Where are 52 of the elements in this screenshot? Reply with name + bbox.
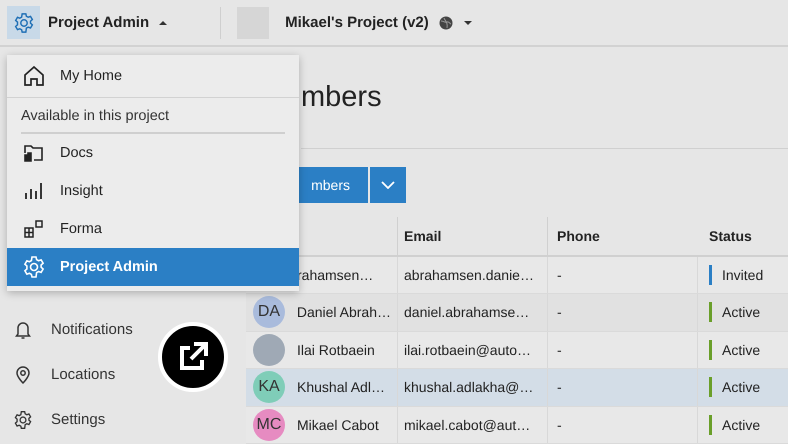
table-cell: Daniel Abrah… [296,304,391,320]
table-cell: - [557,342,562,358]
menu-item[interactable]: Forma [7,210,299,248]
table-row[interactable]: KA Khushal Adl… khushal.adlakha@… - Active [246,369,788,406]
caret-icon [462,20,473,26]
project-selector[interactable]: Mikael's Project (v2) [285,14,473,31]
avatar: DA [253,296,285,328]
settings-icon [22,255,46,279]
column-header[interactable]: Status [709,228,752,244]
home-icon [22,64,46,88]
settings-button[interactable] [7,6,40,39]
table-cell: daniel.abrahamse… [404,304,530,320]
table-row[interactable]: DA Daniel Abrah… daniel.abrahamse… - Active [246,294,788,332]
settings-icon [13,410,33,430]
table-cell: Ilai Rotbaein [297,342,375,358]
sidebar-item[interactable]: Settings [0,397,243,442]
sidebar-item[interactable]: Locations [0,352,243,397]
table-cell: Active [722,304,760,320]
table-cell: - [557,266,562,283]
column-header[interactable]: Email [404,228,442,244]
table-cell: Mikael Cabot [297,416,379,433]
table-cell: abrahamsen.danie… [404,266,534,283]
table-cell: mikael.cabot@aut… [404,416,530,433]
table-row[interactable]: MC Mikael Cabot mikael.cabot@aut… - Active [246,406,788,444]
table-cell: Invited [722,266,764,283]
caret-icon [158,20,168,26]
avatar: KA [253,371,285,404]
table-cell: - [557,416,562,433]
menu-item[interactable]: My Home [7,55,299,98]
page-title: mbers [301,80,382,114]
table-cell: - [557,304,562,320]
table-cell: rahamsen… [297,266,374,283]
section-title: Available in this project [21,98,285,134]
table-cell: Khushal Adl… [297,379,385,396]
menu-item[interactable]: Project Admin [7,248,299,286]
table-cell: ilai.rotbaein@auto… [404,342,532,358]
table-cell: - [557,379,562,396]
chevron-icon [381,180,395,188]
column-header[interactable]: Phone [557,228,600,244]
sidebar-item[interactable]: Notifications [0,307,243,352]
table-cell: khushal.adlakha@… [404,379,534,396]
dropdown-button[interactable] [370,166,406,202]
app-menu-button[interactable]: Project Admin [48,14,168,31]
photo-placeholder [253,334,285,366]
table-cell: Active [722,342,760,358]
table-cell: Active [722,416,760,433]
settings-icon [12,12,34,34]
avatar: MC [253,408,285,441]
table-cell: Active [722,379,760,396]
table-row[interactable]: Ilai Rotbaein ilai.rotbaein@auto… - Active [246,332,788,369]
globe-icon [438,16,453,30]
bell-icon [13,320,33,340]
